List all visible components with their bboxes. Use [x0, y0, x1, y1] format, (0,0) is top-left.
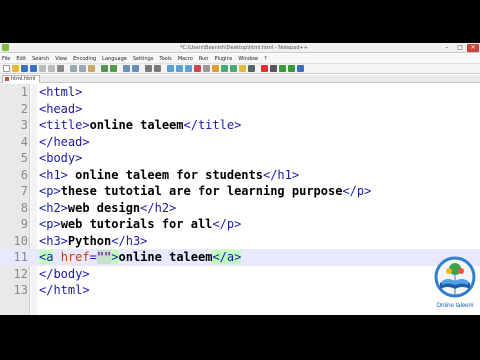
menu-language[interactable]: Language: [102, 56, 127, 62]
code-text: <html>: [39, 85, 83, 99]
code-line[interactable]: 8 <h2>web design</h2>: [0, 200, 480, 217]
online-taleem-logo: Online taleem: [434, 256, 476, 309]
monitor-icon[interactable]: [248, 65, 255, 72]
code-text: <title>online taleem</title>: [39, 118, 242, 132]
all-chars-icon[interactable]: [194, 65, 201, 72]
line-number: 11: [13, 250, 28, 264]
code-text: <h3>Python</h3>: [39, 233, 148, 248]
code-line[interactable]: 3 <title>online taleem</title>: [0, 117, 480, 134]
code-line[interactable]: 11 <a href="">online taleem</a>: [0, 249, 480, 266]
menu-edit[interactable]: Edit: [16, 56, 26, 62]
redo-icon[interactable]: [110, 65, 117, 72]
maximize-button[interactable]: □: [454, 44, 466, 52]
line-number: 10: [13, 233, 28, 248]
line-number: 2: [20, 101, 28, 116]
stop-icon[interactable]: [270, 65, 277, 72]
record-icon[interactable]: [261, 65, 268, 72]
code-text: <a href="">online taleem</a>: [39, 250, 242, 264]
line-number: 1: [20, 85, 28, 99]
save-icon[interactable]: [21, 65, 28, 72]
sync-h-icon[interactable]: [176, 65, 183, 72]
menu-encoding[interactable]: Encoding: [73, 56, 96, 62]
code-line[interactable]: 7 <p>these tutotial are for learning purp…: [0, 183, 480, 200]
code-text: </head>: [39, 134, 90, 149]
code-line[interactable]: 10 <h3>Python</h3>: [0, 233, 480, 250]
code-text: </html>: [39, 283, 90, 297]
menu-run[interactable]: Run: [199, 56, 209, 62]
code-text: <body>: [39, 151, 83, 165]
zoom-in-icon[interactable]: [145, 65, 152, 72]
close-button[interactable]: ✕: [467, 44, 479, 52]
sync-v-icon[interactable]: [167, 65, 174, 72]
line-number: 12: [13, 266, 28, 281]
doc-map-icon[interactable]: [221, 65, 228, 72]
menu-bar: File Edit Search View Encoding Language …: [0, 54, 480, 63]
print-icon[interactable]: [57, 65, 64, 72]
tab-html-html[interactable]: html.html: [2, 75, 41, 83]
menu-macro[interactable]: Macro: [178, 56, 193, 62]
menu-view[interactable]: View: [55, 56, 67, 62]
find-icon[interactable]: [123, 65, 130, 72]
code-text: <head>: [39, 101, 83, 116]
code-editor[interactable]: 1 <html> 2 <head> 3 <title>online taleem</tit…: [0, 84, 480, 315]
zoom-out-icon[interactable]: [154, 65, 161, 72]
lang-icon[interactable]: [212, 65, 219, 72]
cut-icon[interactable]: [70, 65, 77, 72]
copy-icon[interactable]: [79, 65, 86, 72]
open-file-icon[interactable]: [12, 65, 19, 72]
paste-icon[interactable]: [88, 65, 95, 72]
line-number: 13: [13, 283, 28, 297]
save-macro-icon[interactable]: [297, 65, 304, 72]
code-line[interactable]: 2 <head>: [0, 101, 480, 118]
code-line[interactable]: 1 <html>: [0, 84, 480, 101]
code-text: <h1> online taleem for students</h1>: [39, 167, 300, 182]
line-number: 7: [20, 184, 28, 198]
line-number: 5: [20, 151, 28, 165]
code-line[interactable]: 9 <p>web tutorials for all</p>: [0, 216, 480, 233]
wrap-icon[interactable]: [185, 65, 192, 72]
menu-plugins[interactable]: Plugins: [214, 56, 232, 62]
code-line[interactable]: 6 <h1> online taleem for students</h1>: [0, 167, 480, 184]
undo-icon[interactable]: [101, 65, 108, 72]
function-list-icon[interactable]: [230, 65, 237, 72]
menu-search[interactable]: Search: [32, 56, 49, 62]
toolbar: [0, 63, 480, 74]
code-line[interactable]: 13 </html>: [0, 282, 480, 299]
indent-guide-icon[interactable]: [203, 65, 210, 72]
menu-tools[interactable]: Tools: [159, 56, 171, 62]
code-text: </body>: [39, 266, 90, 281]
title-bar: *C:\Users\Beenish\Desktop\html.html - No…: [0, 43, 480, 53]
line-number: 9: [20, 217, 28, 231]
save-all-icon[interactable]: [30, 65, 37, 72]
line-number: 8: [20, 200, 28, 215]
minimize-button[interactable]: –: [441, 44, 453, 52]
code-text: <h2>web design</h2>: [39, 200, 177, 215]
tab-label: html.html: [11, 76, 36, 82]
window-title: *C:\Users\Beenish\Desktop\html.html - No…: [180, 45, 308, 51]
code-line[interactable]: 5 <body>: [0, 150, 480, 167]
unsaved-icon: [5, 77, 9, 81]
replace-icon[interactable]: [132, 65, 139, 72]
code-text: <p>web tutorials for all</p>: [39, 217, 242, 231]
new-file-icon[interactable]: [3, 65, 10, 72]
close-icon[interactable]: [39, 65, 46, 72]
menu-settings[interactable]: Settings: [133, 56, 154, 62]
menu-file[interactable]: File: [2, 56, 10, 62]
menu-window[interactable]: Window: [238, 56, 258, 62]
play-icon[interactable]: [279, 65, 286, 72]
folder-icon[interactable]: [239, 65, 246, 72]
line-number: 6: [20, 167, 28, 182]
code-line[interactable]: 12 </body>: [0, 266, 480, 283]
close-all-icon[interactable]: [48, 65, 55, 72]
line-number: 3: [20, 118, 28, 132]
logo-text: Online taleem: [436, 303, 473, 309]
play-multi-icon[interactable]: [288, 65, 295, 72]
line-number: 4: [20, 134, 28, 149]
tab-bar: html.html: [0, 75, 480, 83]
notepadpp-window: *C:\Users\Beenish\Desktop\html.html - No…: [0, 43, 480, 315]
code-text: <p>these tutotial are for learning purpo…: [39, 184, 372, 198]
menu-help[interactable]: ?: [264, 56, 267, 62]
notepadpp-icon: [2, 44, 9, 51]
code-line[interactable]: 4 </head>: [0, 134, 480, 151]
